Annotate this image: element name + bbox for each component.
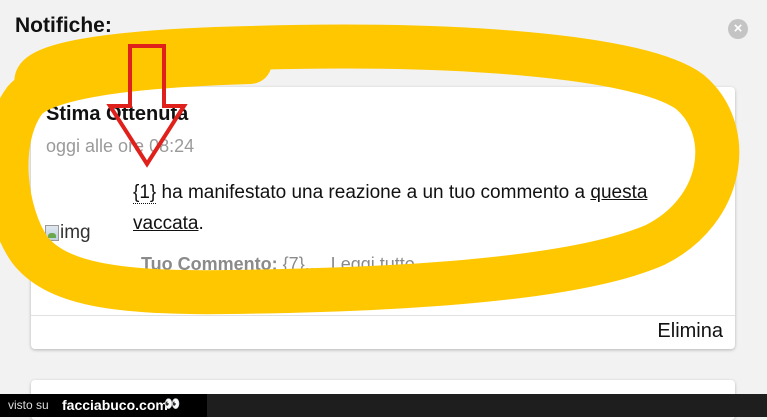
- notification-time: oggi alle ore 08:24: [46, 136, 195, 156]
- watermark-bar: visto su facciabuco.com 👀: [0, 394, 767, 417]
- watermark-brand: facciabuco.com: [62, 397, 168, 413]
- watermark-visto-text: visto su: [8, 398, 49, 412]
- comment-value: {7}...: [282, 254, 320, 274]
- notification-title: Stima Ottenuta: [46, 103, 189, 125]
- eyes-icon: 👀: [164, 396, 180, 411]
- user-placeholder[interactable]: {1}: [133, 182, 157, 204]
- comment-label: Tuo Commento:: [141, 254, 278, 274]
- notifications-title: Notifiche:: [15, 14, 112, 37]
- delete-button[interactable]: Elimina: [657, 317, 723, 345]
- comment-preview: Tuo Commento: {7}... Leggi tutto: [141, 254, 415, 275]
- message-end: .: [198, 213, 204, 234]
- notification-card: Stima Ottenuta oggi alle ore 08:24 img {…: [31, 87, 735, 349]
- read-more-link[interactable]: Leggi tutto: [331, 254, 415, 274]
- message-text: ha manifestato una reazione a un tuo com…: [156, 182, 591, 203]
- notification-message: {1} ha manifestato una reazione a un tuo…: [133, 177, 693, 239]
- close-icon[interactable]: ×: [728, 19, 748, 39]
- broken-image-icon: img: [45, 220, 119, 246]
- divider: [31, 315, 735, 316]
- image-alt-text: img: [60, 222, 91, 243]
